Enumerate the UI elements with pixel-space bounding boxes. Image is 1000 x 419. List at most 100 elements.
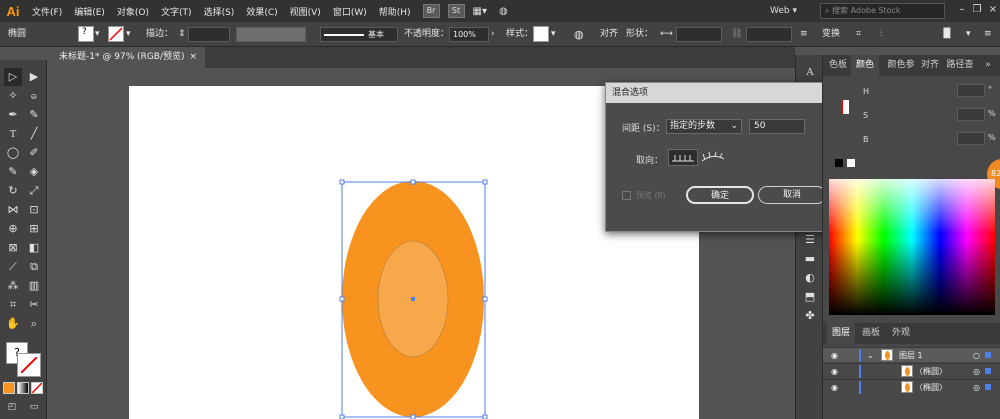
opacity-field[interactable]: 100% — [449, 27, 489, 42]
preview-checkbox[interactable] — [622, 191, 631, 200]
symbol-sprayer-icon[interactable]: ⁂ — [4, 277, 22, 295]
recolor-icon[interactable]: ◍ — [574, 27, 584, 42]
stroke-panel-icon[interactable]: ☰ — [801, 231, 819, 249]
artboard-tool-icon[interactable]: ⌗ — [4, 296, 22, 314]
fill-stroke-mini[interactable] — [841, 100, 849, 114]
align-left-icon[interactable]: ▐▌ — [940, 27, 954, 42]
paintbrush-tool-icon[interactable]: ✐ — [25, 144, 43, 162]
slice-tool-icon[interactable]: ✂ — [25, 296, 43, 314]
pen-tool-icon[interactable]: ✒ — [4, 106, 22, 124]
type-tool-icon[interactable]: T — [4, 125, 22, 143]
stroke-dropdown-icon[interactable]: ▾ — [126, 27, 131, 42]
gradient-tool-icon[interactable]: ◧ — [25, 239, 43, 257]
transparency-panel-icon[interactable]: ◐ — [801, 269, 819, 287]
eye-icon[interactable]: ◉ — [831, 380, 838, 395]
direct-selection-tool-icon[interactable]: ▶ — [25, 68, 43, 86]
menu-help[interactable]: 帮助(H) — [379, 5, 411, 18]
white-color-swatch[interactable] — [847, 159, 855, 167]
lasso-tool-icon[interactable]: ဓ — [25, 87, 43, 105]
shape-menu-icon[interactable]: ≡ — [800, 27, 808, 42]
gpu-icon[interactable]: ◍ — [499, 6, 508, 17]
line-tool-icon[interactable]: ╱ — [25, 125, 43, 143]
isolate-icon[interactable]: ⌗ — [856, 27, 861, 42]
tab-swatches[interactable]: 色板 — [827, 55, 849, 76]
fill-swatch[interactable]: ? — [78, 26, 94, 42]
stock-button[interactable]: St — [447, 4, 465, 18]
close-window-icon[interactable]: × — [986, 3, 1000, 17]
transform-label[interactable]: 变换 — [822, 27, 840, 42]
menu-window[interactable]: 窗口(W) — [333, 5, 367, 18]
eraser-tool-icon[interactable]: ◈ — [25, 163, 43, 181]
options-icon[interactable]: ≡ — [984, 27, 992, 42]
none-color-swatch[interactable] — [835, 159, 843, 167]
blend-tool-icon[interactable]: ⧉ — [25, 258, 43, 276]
color-spectrum[interactable] — [829, 179, 995, 315]
close-tab-icon[interactable]: × — [189, 47, 197, 68]
layer-row[interactable]: ◉ 〈椭圆〉 ◎ — [823, 379, 1000, 394]
brightness-field[interactable] — [957, 132, 985, 145]
gradient-panel-icon[interactable]: ▬ — [801, 250, 819, 268]
tab-color-guide[interactable]: 颜色参 — [887, 55, 915, 76]
target-icon[interactable]: ○ — [973, 348, 980, 363]
stock-search-input[interactable]: ⌕ 搜索 Adobe Stock — [820, 3, 945, 19]
menu-object[interactable]: 对象(O) — [117, 5, 149, 18]
style-dropdown-icon[interactable]: ▾ — [551, 27, 556, 42]
minimize-icon[interactable]: – — [955, 3, 969, 17]
shape-height-field[interactable] — [746, 27, 792, 42]
document-tab[interactable]: 未标题-1* @ 97% (RGB/预览) × — [47, 47, 205, 68]
hand-tool-icon[interactable]: ✋ — [4, 315, 22, 333]
arrange-documents-icon[interactable]: ▦▾ — [473, 6, 487, 17]
saturation-field[interactable] — [957, 108, 985, 121]
menu-select[interactable]: 选择(S) — [204, 5, 235, 18]
stroke-box[interactable] — [17, 353, 41, 377]
appearance-panel-icon[interactable]: ⬒ — [801, 288, 819, 306]
spacing-mode-select[interactable]: 指定的步数 ⌄ — [666, 119, 742, 134]
menu-view[interactable]: 视图(V) — [290, 5, 321, 18]
stroke-stepper-icon[interactable]: ⇕ — [178, 27, 186, 42]
opacity-arrow-icon[interactable]: › — [491, 27, 495, 42]
brush-definition-field[interactable]: 基本 — [320, 27, 398, 42]
hue-field[interactable] — [957, 84, 985, 97]
eye-icon[interactable]: ◉ — [831, 364, 838, 379]
target-icon[interactable]: ◎ — [973, 364, 980, 379]
chevron-down-icon[interactable]: ⌄ — [867, 348, 874, 363]
width-tool-icon[interactable]: ⋈ — [4, 201, 22, 219]
column-graph-icon[interactable]: ▥ — [25, 277, 43, 295]
tab-color[interactable]: 颜色 — [851, 55, 879, 76]
tab-appearance[interactable]: 外观 — [887, 323, 915, 344]
tab-layers[interactable]: 图层 — [827, 323, 855, 344]
free-transform-icon[interactable]: ⊡ — [25, 201, 43, 219]
restore-icon[interactable]: ❐ — [970, 3, 984, 17]
bridge-button[interactable]: Br — [422, 4, 440, 18]
draw-mode-icon[interactable]: ◰ — [3, 398, 21, 416]
tab-artboards[interactable]: 画板 — [857, 323, 885, 344]
none-mode-icon[interactable] — [31, 382, 43, 394]
steps-field[interactable]: 50 — [749, 119, 805, 134]
target-icon[interactable]: ◎ — [973, 380, 980, 395]
symbols-panel-icon[interactable]: ✤ — [801, 307, 819, 325]
ellipse-tool-icon[interactable]: ◯ — [4, 144, 22, 162]
color-mode-icon[interactable] — [3, 382, 15, 394]
magic-wand-icon[interactable]: ✧ — [4, 87, 22, 105]
scale-tool-icon[interactable]: ⤢ — [25, 182, 43, 200]
shape-builder-icon[interactable]: ⊕ — [4, 220, 22, 238]
shaper-tool-icon[interactable]: ✎ — [4, 163, 22, 181]
cancel-button[interactable]: 取消 — [758, 186, 826, 204]
panel-collapse-icon[interactable]: » — [981, 55, 995, 76]
menu-effect[interactable]: 效果(C) — [246, 5, 277, 18]
align-to-page-button[interactable] — [668, 149, 698, 166]
rotate-tool-icon[interactable]: ↻ — [4, 182, 22, 200]
variable-width-profile[interactable] — [236, 27, 306, 42]
gradient-mode-icon[interactable] — [17, 382, 29, 394]
layer-row[interactable]: ◉ ⌄ 图层 1 ○ — [823, 347, 1000, 362]
screen-mode-icon[interactable]: ▭ — [25, 398, 43, 416]
selection-tool-icon[interactable]: ▷ — [4, 68, 22, 86]
stroke-swatch[interactable] — [108, 26, 124, 42]
panel-menu-icon[interactable]: ▾ — [966, 27, 971, 42]
tab-align[interactable]: 对齐 — [919, 55, 941, 76]
ok-button[interactable]: 确定 — [686, 186, 754, 204]
menu-type[interactable]: 文字(T) — [161, 5, 192, 18]
graphic-style-swatch[interactable] — [533, 26, 549, 42]
fill-dropdown-icon[interactable]: ▾ — [95, 27, 100, 42]
mesh-tool-icon[interactable]: ⊠ — [4, 239, 22, 257]
